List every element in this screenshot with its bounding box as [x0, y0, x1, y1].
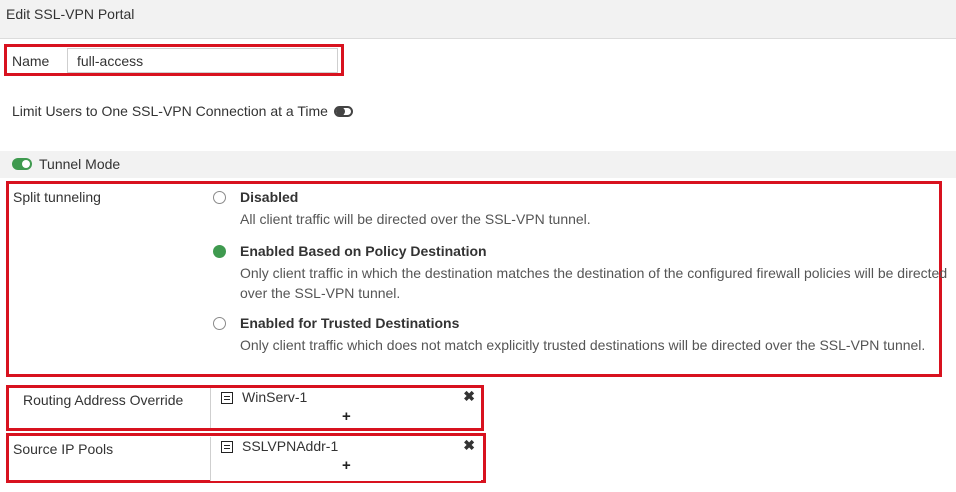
add-entry-icon[interactable]: +: [342, 457, 351, 474]
radio-disabled[interactable]: [213, 191, 226, 204]
add-entry-icon[interactable]: +: [342, 408, 351, 425]
limit-users-row: Limit Users to One SSL-VPN Connection at…: [12, 103, 353, 119]
split-tunneling-label: Split tunneling: [13, 189, 101, 205]
title-bar: Edit SSL-VPN Portal: [0, 0, 956, 39]
tunnel-mode-label: Tunnel Mode: [39, 156, 121, 172]
remove-icon[interactable]: ✖: [463, 388, 475, 405]
option-title: Disabled: [240, 189, 299, 205]
address-object-icon: [221, 392, 233, 404]
address-entry[interactable]: WinServ-1 ✖: [211, 388, 481, 408]
option-title: Enabled for Trusted Destinations: [240, 315, 460, 331]
option-description: All client traffic will be directed over…: [240, 211, 591, 227]
name-input[interactable]: [67, 48, 338, 73]
source-ip-pools-label: Source IP Pools: [13, 441, 114, 457]
radio-policy-destination[interactable]: [213, 245, 226, 258]
limit-users-label: Limit Users to One SSL-VPN Connection at…: [12, 103, 328, 119]
address-object-icon: [221, 441, 233, 453]
tunnel-mode-bar: Tunnel Mode: [0, 151, 956, 178]
toggle-knob: [335, 106, 345, 116]
option-description: Only client traffic in which the destina…: [240, 265, 948, 301]
toggle-knob: [22, 160, 30, 168]
address-entry-name: SSLVPNAddr-1: [242, 438, 339, 454]
routing-address-label: Routing Address Override: [23, 392, 184, 408]
radio-trusted-destinations[interactable]: [213, 317, 226, 330]
option-title: Enabled Based on Policy Destination: [240, 243, 487, 259]
source-ip-pools-list: SSLVPNAddr-1 ✖ +: [210, 437, 481, 481]
routing-address-list: WinServ-1 ✖ +: [210, 388, 481, 428]
tunnel-mode-toggle[interactable]: [12, 158, 32, 170]
remove-icon[interactable]: ✖: [463, 437, 475, 454]
window-title: Edit SSL-VPN Portal: [6, 6, 135, 22]
option-description: Only client traffic which does not match…: [240, 337, 926, 353]
address-entry-name: WinServ-1: [242, 389, 308, 405]
address-entry[interactable]: SSLVPNAddr-1 ✖: [211, 437, 481, 457]
limit-users-toggle[interactable]: [333, 105, 353, 117]
name-label: Name: [12, 53, 50, 69]
